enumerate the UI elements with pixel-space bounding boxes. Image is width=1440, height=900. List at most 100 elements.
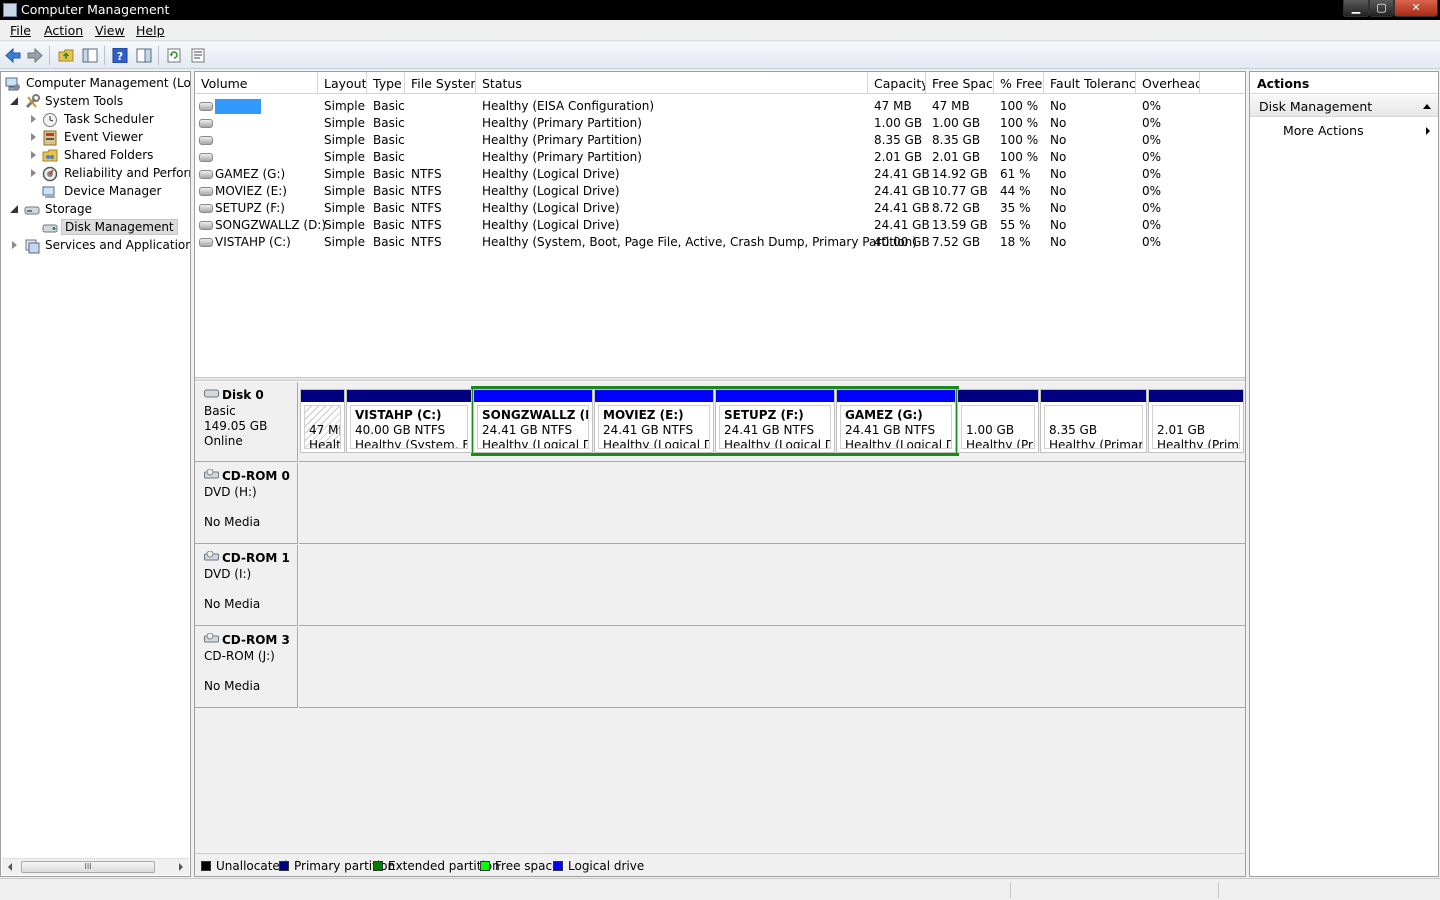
table-row[interactable]: GAMEZ (G:) Simple Basic NTFS Healthy (Logica… [195, 166, 1245, 183]
partition-status: Healthy (Logical Dr [845, 438, 952, 449]
close-button[interactable]: ✕ [1394, 0, 1438, 17]
table-row[interactable]: VISTAHP (C:) Simple Basic NTFS Healthy (Syst… [195, 234, 1245, 251]
cell-layout: Simple [324, 99, 365, 113]
cell-status: Healthy (Logical Drive) [482, 167, 620, 181]
partition-block[interactable]: 2.01 GB Healthy (Prima [1148, 389, 1244, 453]
column-volume[interactable]: Volume [195, 72, 318, 94]
expand-arrow-icon[interactable] [31, 169, 36, 177]
expand-arrow-icon[interactable] [31, 115, 36, 123]
partition-block[interactable]: SETUPZ (F:) 24.41 GB NTFS Healthy (Logical… [715, 389, 835, 453]
partition-block[interactable]: 8.35 GB Healthy (Primary [1040, 389, 1147, 453]
table-row[interactable]: MOVIEZ (E:) Simple Basic NTFS Healthy (Logic… [195, 183, 1245, 200]
cell-free: 14.92 GB [932, 167, 988, 181]
minimize-button[interactable]: ▁ [1343, 0, 1369, 17]
status-segment [1218, 882, 1219, 898]
more-actions-link[interactable]: More Actions [1283, 123, 1364, 138]
cell-fault: No [1050, 201, 1067, 215]
partition-details: 2.01 GB Healthy (Prima [1152, 405, 1240, 449]
column-fault-tolerance[interactable]: Fault Tolerance [1044, 72, 1136, 94]
partition-details: MOVIEZ (E:) 24.41 GB NTFS Healthy (Logical… [598, 405, 710, 449]
cell-free: 1.00 GB [932, 116, 981, 130]
partition-block[interactable]: SONGZWALLZ (D: 24.41 GB NTFS Healthy (Logi… [473, 389, 593, 453]
column-layout[interactable]: Layout [318, 72, 367, 94]
partition-size: 24.41 GB NTFS [845, 423, 936, 437]
expand-arrow-icon[interactable] [31, 151, 36, 159]
partition-block[interactable]: 1.00 GB Healthy (Prir [957, 389, 1039, 453]
up-folder-icon[interactable] [56, 46, 76, 65]
cell-overhead: 0% [1142, 150, 1162, 164]
partition-type-bar [1149, 390, 1243, 402]
cell-fs: NTFS [411, 184, 442, 198]
partition-type-bar [595, 390, 713, 402]
cdrom-0-label[interactable]: CD-ROM 0 DVD (H:) No Media [195, 463, 298, 544]
collapse-arrow-icon[interactable] [10, 97, 18, 105]
column-free-space[interactable]: Free Space [926, 72, 994, 94]
column-capacity[interactable]: Capacity [868, 72, 926, 94]
title-bar: Computer Management ▁ ▢ ✕ [0, 0, 1440, 20]
expand-arrow-icon[interactable] [31, 133, 36, 141]
table-row[interactable]: Simple Basic Healthy (Primary Partition) 8.… [195, 132, 1245, 149]
forward-arrow-icon[interactable] [25, 46, 45, 65]
event-viewer-icon [43, 130, 57, 146]
cell-capacity: 47 MB [874, 99, 912, 113]
cell-overhead: 0% [1142, 133, 1162, 147]
table-row[interactable]: Simple Basic Healthy (Primary Partition) 2.… [195, 149, 1245, 166]
partition-name [966, 408, 1030, 423]
partition-details: 47 MEHealtl [304, 405, 341, 449]
cell-fault: No [1050, 150, 1067, 164]
table-row[interactable]: Simple Basic Healthy (EISA Configuration) 4… [195, 98, 1245, 115]
svg-text:?: ? [117, 50, 123, 63]
disk-0-label[interactable]: Disk 0 Basic 149.05 GB Online [195, 382, 298, 462]
cell-volume: SETUPZ (F:) [215, 201, 285, 215]
scroll-thumb[interactable]: III [21, 861, 155, 873]
partition-details: GAMEZ (G:) 24.41 GB NTFS Healthy (Logical … [840, 405, 952, 449]
column-status[interactable]: Status [476, 72, 868, 94]
cell-fault: No [1050, 235, 1067, 249]
export-list-icon[interactable] [188, 46, 208, 65]
menu-help[interactable]: Help [136, 23, 165, 38]
column-type[interactable]: Type [367, 72, 405, 94]
cell-pct: 61 % [1000, 167, 1031, 181]
column-percent-free[interactable]: % Free [994, 72, 1044, 94]
scroll-right-arrow-icon[interactable] [179, 863, 183, 871]
table-row[interactable]: Simple Basic Healthy (Primary Partition) 1.… [195, 115, 1245, 132]
partition-block[interactable]: GAMEZ (G:) 24.41 GB NTFS Healthy (Logical … [836, 389, 956, 453]
menu-action[interactable]: Action [44, 23, 83, 38]
table-row[interactable]: SETUPZ (F:) Simple Basic NTFS Healthy (Logic… [195, 200, 1245, 217]
cell-type: Basic [373, 116, 405, 130]
actions-section-disk-management[interactable]: Disk Management [1250, 95, 1438, 117]
cell-volume: SONGZWALLZ (D:) [215, 218, 327, 232]
pane-splitter[interactable] [195, 377, 1245, 381]
collapse-section-icon[interactable] [1423, 104, 1431, 109]
collapse-arrow-icon[interactable] [10, 205, 18, 213]
menu-view[interactable]: View [95, 23, 125, 38]
partition-name: SETUPZ (F:) [724, 408, 804, 422]
refresh-icon[interactable] [164, 46, 184, 65]
cdrom-1-label[interactable]: CD-ROM 1 DVD (I:) No Media [195, 545, 298, 626]
cell-pct: 100 % [1000, 133, 1039, 147]
show-hide-tree-icon[interactable] [80, 46, 100, 65]
partition-block[interactable]: VISTAHP (C:) 40.00 GB NTFS Healthy (System… [346, 389, 472, 453]
submenu-arrow-icon[interactable] [1426, 127, 1430, 135]
scroll-left-arrow-icon[interactable] [8, 863, 12, 871]
cell-fs: NTFS [411, 235, 442, 249]
cdrom-3-label[interactable]: CD-ROM 3 CD-ROM (J:) No Media [195, 627, 298, 708]
cd-rom-drive-icon [204, 633, 219, 643]
column-overhead[interactable]: Overhead [1136, 72, 1200, 94]
menu-file[interactable]: File [10, 23, 31, 38]
disk-management-pane: Volume Layout Type File System Status Ca… [194, 71, 1246, 877]
maximize-button[interactable]: ▢ [1369, 0, 1394, 17]
column-file-system[interactable]: File System [405, 72, 476, 94]
cell-volume: MOVIEZ (E:) [215, 184, 287, 198]
partition-block[interactable]: MOVIEZ (E:) 24.41 GB NTFS Healthy (Logical… [594, 389, 714, 453]
cell-pct: 44 % [1000, 184, 1031, 198]
cell-status: Healthy (Primary Partition) [482, 116, 642, 130]
tree-horizontal-scrollbar[interactable]: III [2, 858, 189, 875]
help-icon[interactable]: ? [110, 46, 130, 65]
expand-arrow-icon[interactable] [12, 241, 17, 249]
properties-icon[interactable] [134, 46, 154, 65]
partition-block[interactable]: 47 MEHealtl [300, 389, 345, 453]
table-row[interactable]: SONGZWALLZ (D:) Simple Basic NTFS Healthy (L… [195, 217, 1245, 234]
cell-layout: Simple [324, 218, 365, 232]
back-arrow-icon[interactable] [3, 46, 23, 65]
